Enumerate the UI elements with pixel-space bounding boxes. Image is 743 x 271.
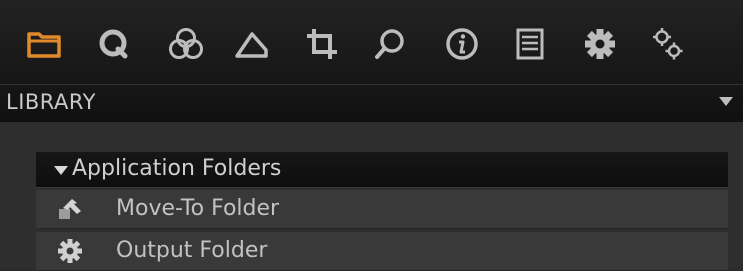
library-panel-header[interactable]: LIBRARY	[0, 84, 743, 122]
library-panel: Application Folders Move-To Folder Outpu…	[0, 122, 743, 271]
tool-tab-exposure[interactable]	[230, 22, 274, 66]
folder-icon	[27, 32, 61, 58]
tool-tab-metadata[interactable]	[440, 22, 484, 66]
exposure-icon	[235, 32, 268, 58]
list-item-label: Move-To Folder	[116, 196, 280, 221]
tool-tab-batch[interactable]	[508, 22, 552, 66]
gear-icon	[58, 239, 82, 263]
application-folders-group-header[interactable]: Application Folders	[36, 152, 728, 188]
list-item-move-to-folder[interactable]: Move-To Folder	[36, 190, 728, 229]
info-icon	[446, 28, 478, 60]
tool-tab-capture[interactable]	[92, 22, 136, 66]
tool-tabs-bar	[0, 0, 743, 84]
tool-tab-settings[interactable]	[646, 22, 690, 66]
gear-icon	[585, 29, 615, 59]
move-to-folder-icon	[59, 199, 81, 219]
list-icon	[516, 28, 544, 60]
tool-tab-library[interactable]	[22, 22, 66, 66]
crop-icon	[307, 29, 337, 59]
tool-tab-crop[interactable]	[300, 22, 344, 66]
tool-tab-adjustments[interactable]	[578, 22, 622, 66]
list-item-label: Output Folder	[116, 238, 268, 263]
library-title: LIBRARY	[6, 90, 96, 114]
tool-tab-color[interactable]	[164, 22, 208, 66]
capture-icon	[99, 29, 128, 59]
focus-icon	[375, 29, 404, 59]
color-icon	[169, 28, 203, 59]
group-title: Application Folders	[72, 156, 282, 181]
tool-tab-focus[interactable]	[368, 22, 412, 66]
disclosure-triangle-icon[interactable]	[54, 166, 68, 175]
gears-icon	[653, 28, 683, 60]
panel-menu-caret-icon[interactable]	[719, 97, 733, 106]
list-item-output-folder[interactable]: Output Folder	[36, 232, 728, 271]
